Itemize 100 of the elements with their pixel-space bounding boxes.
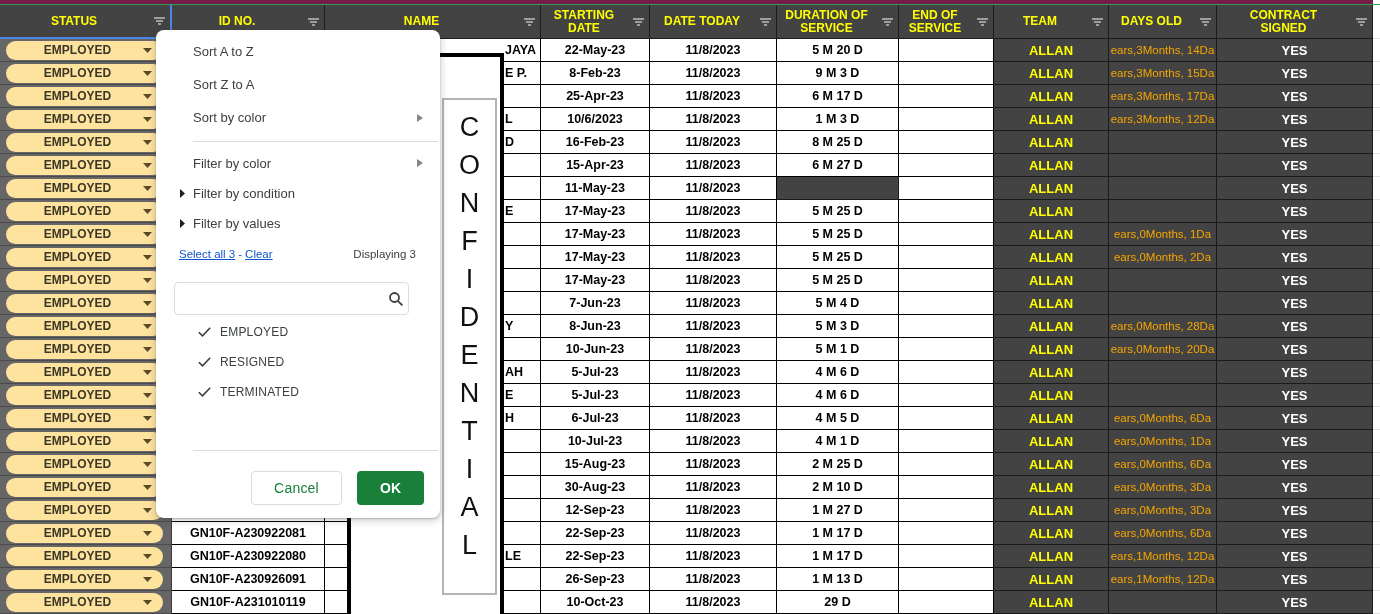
caret-down-icon	[143, 208, 152, 214]
table-cell: 5 M 25 D	[777, 223, 899, 246]
table-cell: ALLAN	[994, 499, 1109, 522]
table-cell: YES	[1217, 154, 1373, 177]
table-cell: 11/8/2023	[650, 407, 777, 430]
caret-down-icon	[143, 185, 152, 191]
caret-down-icon	[143, 231, 152, 237]
table-cell: 9 M 3 D	[777, 62, 899, 85]
filter-icon[interactable]	[1355, 17, 1367, 26]
table-cell: ALLAN	[994, 223, 1109, 246]
header-label: DATE TODAY	[664, 15, 740, 28]
table-cell: 5-Jul-23	[541, 361, 650, 384]
table-cell: YES	[1217, 62, 1373, 85]
table-cell: ALLAN	[994, 154, 1109, 177]
table-cell: 16-Feb-23	[541, 131, 650, 154]
table-cell: 4 M 1 D	[777, 430, 899, 453]
ok-button[interactable]: OK	[357, 471, 424, 505]
table-cell: ALLAN	[994, 200, 1109, 223]
table-cell: YES	[1217, 499, 1373, 522]
table-cell: 17-May-23	[541, 200, 650, 223]
filter-icon[interactable]	[759, 17, 771, 26]
filter-icon[interactable]	[976, 17, 988, 26]
caret-down-icon	[143, 346, 152, 352]
status-chip[interactable]: EMPLOYED	[6, 569, 163, 589]
table-cell: ALLAN	[994, 430, 1109, 453]
link-separator: -	[238, 248, 243, 260]
table-cell: 11-May-23	[541, 177, 650, 200]
filter-icon[interactable]	[632, 17, 644, 26]
table-cell: 11/8/2023	[650, 39, 777, 62]
table-cell: 11/8/2023	[650, 246, 777, 269]
table-cell: 17-May-23	[541, 246, 650, 269]
caret-right-icon	[417, 159, 423, 167]
table-cell: 10-Jul-23	[541, 430, 650, 453]
clear-link[interactable]: Clear	[245, 248, 273, 260]
search-field[interactable]	[174, 282, 409, 315]
table-cell: 4 M 5 D	[777, 407, 899, 430]
table-cell: 11/8/2023	[650, 85, 777, 108]
header-label: CONTRACT SIGNED	[1249, 8, 1318, 35]
name-text: Y	[505, 319, 514, 333]
table-cell: ears,0Months, 6Da	[1109, 453, 1217, 476]
table-cell: ears,0Months, 28Da	[1109, 315, 1217, 338]
name-text: L	[505, 112, 513, 126]
name-text: E P.	[505, 66, 527, 80]
table-cell: 11/8/2023	[650, 108, 777, 131]
table-cell: 6 M 17 D	[777, 85, 899, 108]
table-cell: ALLAN	[994, 407, 1109, 430]
table-cell: 1 M 3 D	[777, 108, 899, 131]
table-cell: 11/8/2023	[650, 591, 777, 614]
filter-icon[interactable]	[523, 17, 535, 26]
table-cell: 11/8/2023	[650, 361, 777, 384]
filter-icon[interactable]	[1091, 17, 1103, 26]
status-chip[interactable]: EMPLOYED	[6, 592, 163, 612]
table-cell: ALLAN	[994, 568, 1109, 591]
search-icon	[389, 291, 403, 306]
caret-down-icon	[143, 47, 152, 53]
name-text: D	[505, 135, 515, 149]
table-cell: ALLAN	[994, 476, 1109, 499]
table-cell: ALLAN	[994, 269, 1109, 292]
table-cell: 11/8/2023	[650, 476, 777, 499]
caret-down-icon	[143, 461, 152, 467]
table-cell: 29 D	[777, 591, 899, 614]
table-cell: YES	[1217, 292, 1373, 315]
cancel-button[interactable]: Cancel	[251, 471, 342, 505]
filter-icon[interactable]	[881, 17, 893, 26]
status-chip[interactable]: EMPLOYED	[6, 546, 163, 566]
table-cell: 11/8/2023	[650, 430, 777, 453]
header-label: TEAM	[1023, 15, 1057, 28]
status-chip[interactable]: EMPLOYED	[6, 523, 163, 543]
table-cell: 8-Jun-23	[541, 315, 650, 338]
table-cell: 5 M 25 D	[777, 269, 899, 292]
table-cell: ears,0Months, 3Da	[1109, 499, 1217, 522]
filter-icon[interactable]	[307, 17, 319, 26]
caret-right-icon	[180, 188, 185, 198]
table-cell: 22-Sep-23	[541, 522, 650, 545]
filter-icon[interactable]	[153, 17, 165, 25]
table-cell: 10/6/2023	[541, 108, 650, 131]
header-label: STATUS	[50, 14, 98, 28]
name-text: H	[505, 411, 515, 425]
table-cell: ALLAN	[994, 177, 1109, 200]
table-cell: 5 M 25 D	[777, 200, 899, 223]
table-cell: 11/8/2023	[650, 522, 777, 545]
caret-down-icon	[143, 553, 152, 559]
table-cell: ALLAN	[994, 246, 1109, 269]
table-cell: 11/8/2023	[650, 499, 777, 522]
table-cell: 25-Apr-23	[541, 85, 650, 108]
table-cell: ALLAN	[994, 522, 1109, 545]
table-cell: ALLAN	[994, 545, 1109, 568]
caret-down-icon	[143, 254, 152, 260]
table-cell: 22-May-23	[541, 39, 650, 62]
caret-down-icon	[143, 392, 152, 398]
caret-down-icon	[143, 369, 152, 375]
header-label: END OF SERVICE	[908, 8, 962, 35]
table-cell: 1 M 27 D	[777, 499, 899, 522]
table-cell: 30-Aug-23	[541, 476, 650, 499]
table-cell: YES	[1217, 200, 1373, 223]
filter-icon[interactable]	[1199, 17, 1211, 26]
select-all-link[interactable]: Select all 3	[179, 248, 236, 260]
header-label: DURATION OF SERVICE	[785, 8, 868, 35]
table-cell: YES	[1217, 177, 1373, 200]
table-cell: 11/8/2023	[650, 223, 777, 246]
